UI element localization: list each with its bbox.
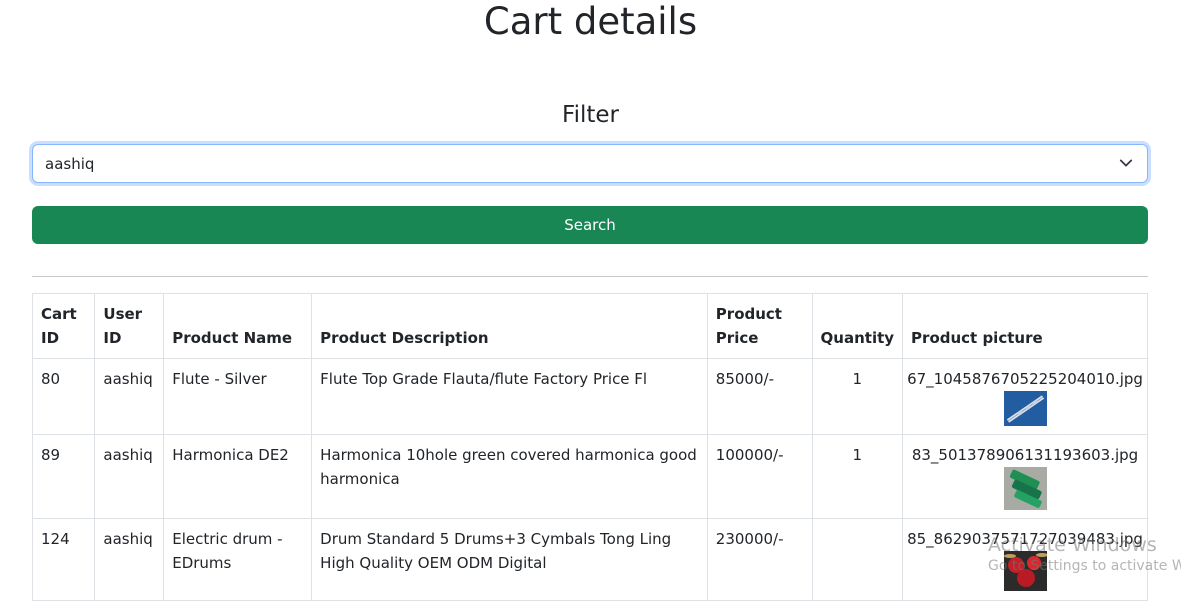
cell-product-picture: 85_8629037571727039483.jpg [902,518,1148,601]
cell-product-price: 100000/- [706,434,813,519]
table-header-row: Cart ID User ID Product Name Product Des… [31,293,1148,359]
user-filter-select[interactable]: aashiq [32,144,1148,183]
cell-product-description: Harmonica 10hole green covered harmonica… [311,434,708,519]
cell-product-picture: 83_501378906131193603.jpg [902,434,1148,519]
picture-filename: 85_8629037571727039483.jpg [907,530,1143,548]
selected-user-value: aashiq [45,154,95,173]
search-button[interactable]: Search [32,206,1148,244]
cell-cart-id: 89 [31,434,96,519]
divider [32,276,1148,277]
cell-quantity [811,518,904,601]
cell-user-id: aashiq [94,434,165,519]
cell-product-name: Flute - Silver [163,358,313,435]
header-cart-id: Cart ID [31,293,96,359]
table-row: 80 aashiq Flute - Silver Flute Top Grade… [31,358,1148,435]
cell-user-id: aashiq [94,518,165,601]
cell-cart-id: 80 [31,358,96,435]
chevron-down-icon [1119,159,1133,167]
header-product-price: Product Price [706,293,813,359]
header-product-picture: Product picture [902,293,1148,359]
header-quantity: Quantity [811,293,904,359]
table-row: 124 aashiq Electric drum - EDrums Drum S… [31,518,1148,601]
picture-filename: 67_1045876705225204010.jpg [907,370,1143,388]
cell-user-id: aashiq [94,358,165,435]
cell-quantity: 1 [811,434,904,519]
header-user-id: User ID [94,293,165,359]
cell-cart-id: 124 [31,518,96,601]
cell-product-description: Flute Top Grade Flauta/flute Factory Pri… [311,358,708,435]
header-product-description: Product Description [311,293,708,359]
filter-heading: Filter [562,102,619,128]
picture-filename: 83_501378906131193603.jpg [911,446,1139,464]
cell-product-name: Harmonica DE2 [163,434,313,519]
cell-product-price: 230000/- [706,518,813,601]
drum-thumbnail-icon [1003,551,1047,591]
cart-details-page: Cart details Filter aashiq Search Cart I… [0,0,1181,602]
cell-quantity: 1 [811,358,904,435]
flute-thumbnail-icon [1003,391,1047,426]
cell-product-picture: 67_1045876705225204010.jpg [902,358,1148,435]
page-title: Cart details [483,0,698,43]
harmonica-thumbnail-icon [1003,467,1047,510]
cell-product-name: Electric drum - EDrums [163,518,313,601]
header-product-name: Product Name [163,293,313,359]
table-row: 89 aashiq Harmonica DE2 Harmonica 10hole… [31,434,1148,519]
cell-product-description: Drum Standard 5 Drums+3 Cymbals Tong Lin… [311,518,708,601]
cart-table: Cart ID User ID Product Name Product Des… [31,293,1148,601]
cell-product-price: 85000/- [706,358,813,435]
